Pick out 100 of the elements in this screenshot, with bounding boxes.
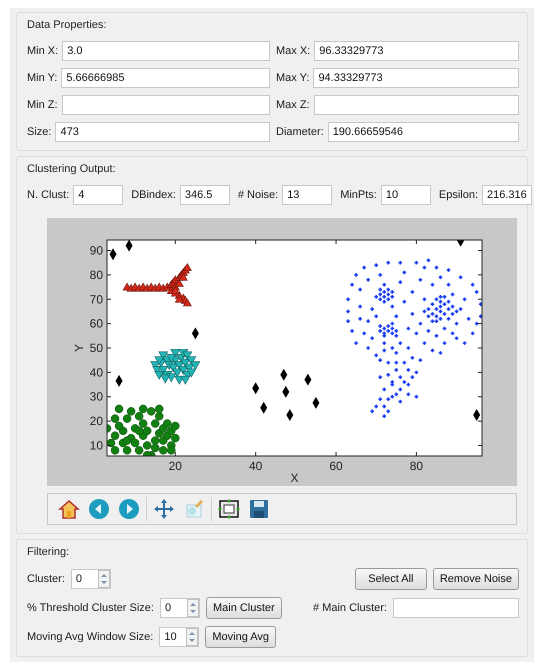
field-label: Min Y: (27, 72, 58, 84)
text-field[interactable]: 473 (55, 122, 270, 142)
home-icon (58, 498, 80, 520)
field-label: Min X: (27, 45, 58, 57)
point (180, 376, 190, 384)
point (110, 431, 120, 440)
point (150, 436, 160, 445)
x-tick-label: 80 (410, 459, 424, 473)
point (130, 438, 140, 448)
x-tick-label: 20 (168, 459, 182, 473)
back-icon (88, 498, 110, 520)
text-field[interactable]: 10 (380, 185, 431, 205)
point (134, 426, 144, 436)
point (122, 436, 132, 445)
forward-tool-button[interactable] (117, 497, 141, 521)
text-field[interactable]: 4 (73, 185, 124, 205)
point (171, 434, 180, 442)
text-field[interactable]: 190.66659546 (328, 122, 519, 142)
action-button[interactable]: Select All (354, 568, 427, 590)
point (159, 446, 168, 455)
point (142, 441, 152, 450)
point (175, 279, 184, 287)
point (150, 444, 160, 452)
text-field[interactable]: 96.33329773 (314, 41, 519, 61)
group-title: Clustering Output: (27, 163, 117, 175)
field-label: MinPts: (340, 189, 377, 201)
x-tick-label: 40 (248, 459, 262, 473)
point (126, 407, 136, 416)
forward-icon (118, 498, 140, 520)
point (172, 368, 182, 378)
point (122, 414, 132, 423)
point (146, 407, 156, 416)
y-tick-label: 90 (90, 244, 103, 258)
text-field[interactable]: 5.66666985 (61, 68, 270, 88)
field-label: Moving Avg Window Size: (27, 631, 154, 643)
save-tool-button[interactable] (247, 497, 271, 521)
point (179, 273, 188, 281)
home-tool-button[interactable] (57, 497, 81, 521)
text-field[interactable] (314, 95, 519, 115)
y-axis-label: Y (72, 344, 86, 352)
point (114, 422, 124, 430)
point (114, 404, 124, 414)
field-label: # Main Cluster: (313, 602, 387, 614)
spin-box[interactable]: 10 (159, 627, 200, 647)
subplots-tool-button[interactable] (217, 497, 241, 521)
x-axis-label: X (290, 471, 298, 485)
point (122, 446, 132, 455)
group-title: Data Properties: (27, 19, 108, 31)
group-title: Filtering: (27, 546, 70, 558)
point (138, 404, 148, 414)
point (175, 294, 184, 303)
point (154, 356, 164, 365)
action-button[interactable]: Remove Noise (432, 568, 519, 590)
text-field[interactable]: 346.5 (180, 185, 230, 205)
spin-box[interactable]: 0 (70, 569, 111, 589)
point (160, 374, 170, 384)
point (154, 412, 164, 420)
point (107, 438, 116, 448)
point (134, 446, 144, 455)
y-tick-label: 30 (90, 390, 103, 404)
point (171, 286, 180, 294)
field-label: % Threshold Cluster Size: (27, 602, 154, 614)
text-field[interactable] (393, 598, 519, 618)
pan-tool-button[interactable] (152, 497, 176, 521)
field-label: # Noise: (238, 189, 278, 201)
text-field[interactable]: 216.316 (482, 185, 532, 205)
point (110, 414, 120, 423)
point (183, 298, 192, 306)
field-label: Max Y: (276, 72, 310, 84)
point (167, 446, 176, 455)
text-field[interactable]: 94.33329773 (313, 68, 519, 88)
field-label: Max X: (276, 45, 310, 57)
y-tick-label: 80 (90, 268, 103, 282)
text-field[interactable]: 13 (282, 185, 332, 205)
field-label: DBindex: (131, 189, 176, 201)
field-label: Epsilon: (438, 189, 478, 201)
move-icon (153, 498, 175, 520)
y-tick-label: 40 (90, 365, 103, 380)
point (171, 422, 180, 430)
action-button[interactable]: Moving Avg (205, 626, 276, 648)
text-field[interactable] (62, 95, 270, 115)
back-tool-button[interactable] (87, 497, 111, 521)
y-tick-label: 10 (90, 438, 103, 452)
point (110, 446, 120, 455)
point (183, 263, 192, 271)
point (134, 412, 144, 420)
point (166, 354, 176, 363)
subplots-icon (218, 498, 240, 520)
point (190, 361, 200, 370)
field-label: Diameter: (276, 126, 324, 138)
action-button[interactable]: Main Cluster (206, 597, 282, 619)
y-tick-label: 60 (90, 316, 103, 331)
y-tick-label: 50 (90, 341, 103, 355)
text-field[interactable]: 3.0 (62, 41, 270, 61)
point (154, 404, 164, 414)
x-tick-label: 60 (329, 459, 343, 473)
spin-box[interactable]: 0 (160, 598, 200, 618)
save-icon (248, 498, 270, 520)
field-label: Size: (27, 126, 52, 138)
point (186, 368, 196, 378)
